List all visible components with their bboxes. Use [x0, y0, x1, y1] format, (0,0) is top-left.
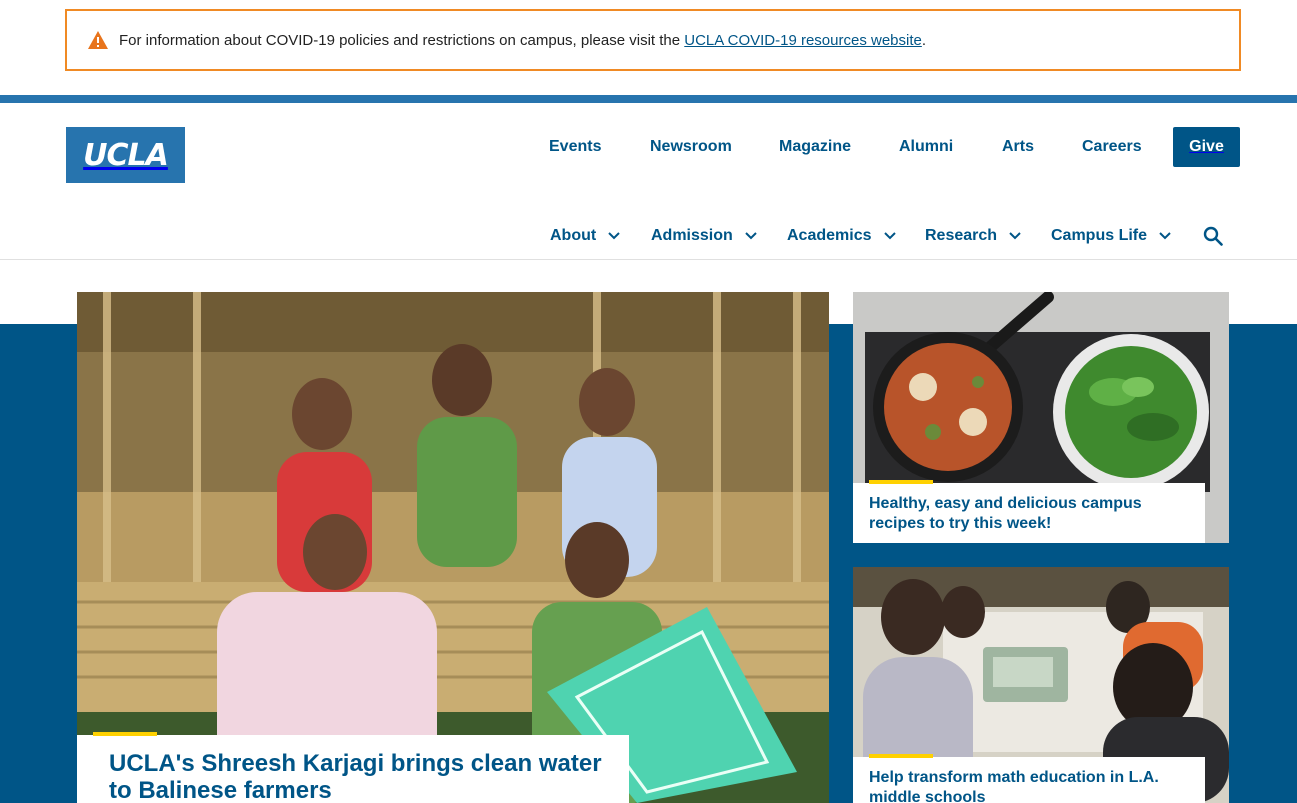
mainnav-admission-label: Admission: [651, 227, 733, 244]
mainnav-research-label: Research: [925, 227, 998, 244]
header-divider: [0, 259, 1297, 260]
nav-newsroom-link[interactable]: Newsroom: [650, 138, 732, 156]
nav-magazine-link[interactable]: Magazine: [779, 138, 851, 156]
mainnav-about-label: About: [550, 227, 597, 244]
chevron-down-icon: [608, 232, 620, 240]
mainnav-admission[interactable]: Admission: [651, 222, 757, 250]
side-story-2-title[interactable]: Help transform math education in L.A. mi…: [869, 768, 1189, 803]
nav-events[interactable]: Events: [549, 127, 601, 167]
nav-careers[interactable]: Careers: [1082, 127, 1142, 167]
covid-resources-link[interactable]: UCLA COVID-19 resources website: [684, 32, 922, 49]
feature-story-image[interactable]: [77, 292, 829, 803]
nav-events-link[interactable]: Events: [549, 138, 601, 156]
feature-story-card[interactable]: UCLA's Shreesh Karjagi brings clean wate…: [77, 732, 629, 803]
side-story-1-card[interactable]: Healthy, easy and delicious campus recip…: [853, 480, 1205, 543]
nav-careers-link[interactable]: Careers: [1082, 138, 1142, 156]
gold-accent-bar: [869, 754, 933, 758]
feature-story-title[interactable]: UCLA's Shreesh Karjagi brings clean wate…: [109, 750, 629, 803]
top-accent-bar: [0, 95, 1297, 103]
mainnav-about[interactable]: About: [550, 222, 620, 250]
chevron-down-icon: [883, 232, 896, 240]
alert-message: For information about COVID-19 policies …: [119, 31, 927, 49]
give-button[interactable]: Give: [1173, 127, 1240, 167]
nav-arts[interactable]: Arts: [1002, 127, 1034, 167]
mainnav-campus-life[interactable]: Campus Life: [1051, 222, 1171, 250]
nav-alumni[interactable]: Alumni: [899, 127, 953, 167]
mainnav-academics[interactable]: Academics: [787, 222, 896, 250]
gold-accent-bar: [869, 480, 933, 484]
side-story-1-title[interactable]: Healthy, easy and delicious campus recip…: [869, 494, 1189, 534]
chevron-down-icon: [1009, 232, 1021, 240]
search-icon[interactable]: [1203, 226, 1223, 246]
mainnav-research[interactable]: Research: [925, 222, 1021, 250]
nav-alumni-link[interactable]: Alumni: [899, 138, 953, 156]
gold-accent-bar: [93, 732, 157, 736]
nav-arts-link[interactable]: Arts: [1002, 138, 1034, 156]
nav-magazine[interactable]: Magazine: [779, 127, 851, 167]
warning-triangle-icon: [88, 31, 108, 49]
covid-alert-banner: For information about COVID-19 policies …: [65, 9, 1241, 71]
chevron-down-icon: [1159, 232, 1171, 240]
mainnav-academics-label: Academics: [787, 227, 872, 244]
chevron-down-icon: [745, 232, 757, 240]
side-story-2-card[interactable]: Help transform math education in L.A. mi…: [853, 754, 1205, 803]
ucla-logo[interactable]: UCLA: [66, 127, 185, 183]
mainnav-campus-life-label: Campus Life: [1051, 227, 1148, 244]
nav-newsroom[interactable]: Newsroom: [650, 127, 732, 167]
